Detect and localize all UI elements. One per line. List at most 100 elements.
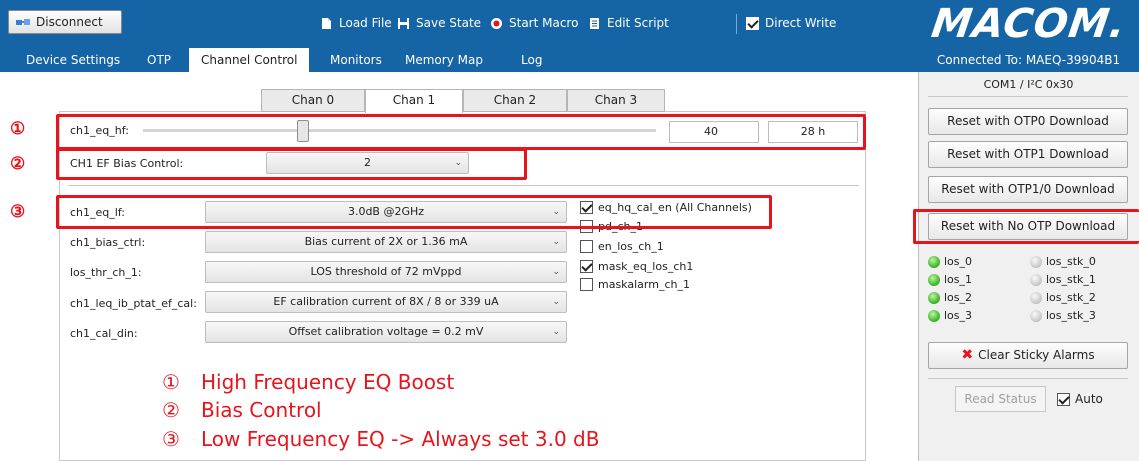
tab-memory-map[interactable]: Memory Map bbox=[397, 48, 491, 72]
tab-chan-3[interactable]: Chan 3 bbox=[567, 89, 665, 112]
tab-device-settings[interactable]: Device Settings bbox=[18, 48, 128, 72]
reset-otp0-button[interactable]: Reset with OTP0 Download bbox=[928, 108, 1128, 135]
annotation-marker-3: ③ bbox=[10, 202, 26, 222]
record-icon bbox=[491, 17, 502, 29]
legend-text-1: High Frequency EQ Boost bbox=[201, 370, 455, 394]
section-divider bbox=[68, 185, 859, 186]
clear-sticky-alarms-button[interactable]: ✖ Clear Sticky Alarms bbox=[928, 342, 1128, 369]
chevron-down-icon: ⌄ bbox=[552, 267, 560, 277]
maskalarm-ch-1-box[interactable] bbox=[580, 278, 593, 291]
plug-icon bbox=[16, 19, 30, 25]
reset-otp1-button[interactable]: Reset with OTP1 Download bbox=[928, 141, 1128, 168]
status-divider bbox=[928, 378, 1128, 379]
annotation-marker-1: ① bbox=[10, 119, 26, 139]
leq-ib-value: EF calibration current of 8X / 8 or 339 … bbox=[273, 295, 499, 308]
green-led-icon bbox=[928, 273, 940, 286]
checkbox-en-los-ch-1[interactable]: en_los_ch_1 bbox=[580, 240, 664, 253]
save-state-label: Save State bbox=[416, 16, 482, 30]
direct-write-toggle[interactable]: Direct Write bbox=[746, 12, 836, 34]
leq-ib-label: ch1_leq_ib_ptat_ef_cal: bbox=[70, 297, 197, 310]
annotation-box-1 bbox=[56, 114, 866, 150]
indicator-label: los_0 bbox=[944, 255, 973, 268]
save-state-button[interactable]: Save State bbox=[397, 12, 481, 34]
indicator-los-2: los_2 bbox=[928, 291, 972, 304]
green-led-icon bbox=[928, 291, 940, 304]
tab-chan-2[interactable]: Chan 2 bbox=[463, 89, 567, 112]
mask-eq-los-ch1-box[interactable] bbox=[580, 260, 593, 273]
indicator-los-stk-0: los_stk_0 bbox=[1030, 255, 1096, 268]
chevron-down-icon: ⌄ bbox=[552, 237, 560, 247]
tab-otp[interactable]: OTP bbox=[139, 48, 179, 72]
port-divider bbox=[928, 96, 1128, 97]
file-icon bbox=[322, 17, 331, 29]
bias-ctrl-value: Bias current of 2X or 1.36 mA bbox=[304, 235, 468, 248]
en-los-ch-1-label: en_los_ch_1 bbox=[598, 240, 664, 253]
checkbox-mask-eq-los-ch1[interactable]: mask_eq_los_ch1 bbox=[580, 260, 693, 273]
connected-status: Connected To: MAEQ-39904B1 bbox=[918, 48, 1139, 72]
indicator-label: los_stk_3 bbox=[1046, 309, 1096, 322]
grey-led-icon bbox=[1030, 291, 1042, 304]
macom-logo: MACOM. bbox=[928, 1, 1129, 47]
indicator-los-stk-3: los_stk_3 bbox=[1030, 309, 1096, 322]
indicator-label: los_stk_2 bbox=[1046, 291, 1096, 304]
tab-log[interactable]: Log bbox=[513, 48, 550, 72]
indicator-los-1: los_1 bbox=[928, 273, 972, 286]
chevron-down-icon: ⌄ bbox=[552, 327, 560, 337]
red-x-icon: ✖ bbox=[961, 347, 974, 363]
auto-checkbox[interactable] bbox=[1057, 392, 1070, 406]
tab-chan-1[interactable]: Chan 1 bbox=[365, 89, 463, 113]
direct-write-label: Direct Write bbox=[765, 16, 837, 30]
annotation-marker-2: ② bbox=[10, 154, 26, 174]
grey-led-icon bbox=[1030, 255, 1042, 268]
annotation-box-3 bbox=[56, 195, 772, 229]
los-thr-label: los_thr_ch_1: bbox=[70, 266, 142, 279]
cal-din-label: ch1_cal_din: bbox=[70, 327, 138, 340]
annotation-box-2 bbox=[56, 148, 527, 180]
auto-toggle[interactable]: Auto bbox=[1057, 392, 1103, 406]
checkbox-maskalarm-ch-1[interactable]: maskalarm_ch_1 bbox=[580, 278, 690, 291]
annotation-box-no-otp bbox=[913, 209, 1139, 244]
clear-sticky-alarms-label: Clear Sticky Alarms bbox=[978, 348, 1095, 362]
disconnect-label: Disconnect bbox=[36, 15, 103, 29]
indicator-los-stk-2: los_stk_2 bbox=[1030, 291, 1096, 304]
tab-channel-control[interactable]: Channel Control bbox=[189, 48, 310, 74]
legend-num-3: ③ bbox=[162, 427, 180, 451]
auto-label: Auto bbox=[1075, 392, 1103, 406]
floppy-disk-icon bbox=[398, 17, 409, 29]
tab-monitors[interactable]: Monitors bbox=[322, 48, 390, 72]
indicator-label: los_3 bbox=[944, 309, 973, 322]
tab-chan-0[interactable]: Chan 0 bbox=[261, 89, 365, 112]
cal-din-value: Offset calibration voltage = 0.2 mV bbox=[288, 325, 484, 338]
legend-text-2: Bias Control bbox=[201, 398, 322, 422]
disconnect-button[interactable]: Disconnect bbox=[8, 10, 122, 34]
read-status-button[interactable]: Read Status bbox=[955, 386, 1046, 412]
edit-script-button[interactable]: Edit Script bbox=[588, 12, 669, 34]
maskalarm-ch-1-label: maskalarm_ch_1 bbox=[598, 278, 690, 291]
bias-ctrl-label: ch1_bias_ctrl: bbox=[70, 236, 146, 249]
los-thr-value: LOS threshold of 72 mVppd bbox=[310, 265, 462, 278]
start-macro-button[interactable]: Start Macro bbox=[490, 12, 578, 34]
load-file-button[interactable]: Load File bbox=[320, 12, 392, 34]
port-info: COM1 / I²C 0x30 bbox=[983, 78, 1074, 91]
reset-otp10-button[interactable]: Reset with OTP1/0 Download bbox=[928, 176, 1128, 203]
los-thr-select[interactable]: LOS threshold of 72 mVppd ⌄ bbox=[205, 261, 567, 283]
indicator-label: los_1 bbox=[944, 273, 973, 286]
grey-led-icon bbox=[1030, 309, 1042, 322]
grey-led-icon bbox=[1030, 273, 1042, 286]
chevron-down-icon: ⌄ bbox=[552, 297, 560, 307]
direct-write-checkbox[interactable] bbox=[746, 16, 759, 30]
toolbar-divider bbox=[736, 14, 737, 34]
load-file-label: Load File bbox=[339, 16, 392, 30]
leq-ib-select[interactable]: EF calibration current of 8X / 8 or 339 … bbox=[205, 291, 567, 313]
indicator-los-3: los_3 bbox=[928, 309, 972, 322]
mask-eq-los-ch1-label: mask_eq_los_ch1 bbox=[598, 260, 694, 273]
edit-script-label: Edit Script bbox=[607, 16, 669, 30]
cal-din-select[interactable]: Offset calibration voltage = 0.2 mV ⌄ bbox=[205, 321, 567, 343]
en-los-ch-1-box[interactable] bbox=[580, 240, 593, 253]
indicator-label: los_stk_0 bbox=[1046, 255, 1096, 268]
indicator-label: los_2 bbox=[944, 291, 973, 304]
bias-ctrl-select[interactable]: Bias current of 2X or 1.36 mA ⌄ bbox=[205, 231, 567, 253]
indicator-label: los_stk_1 bbox=[1046, 273, 1096, 286]
legend-text-3: Low Frequency EQ -> Always set 3.0 dB bbox=[201, 427, 600, 451]
logo-area: MACOM. bbox=[918, 0, 1139, 48]
